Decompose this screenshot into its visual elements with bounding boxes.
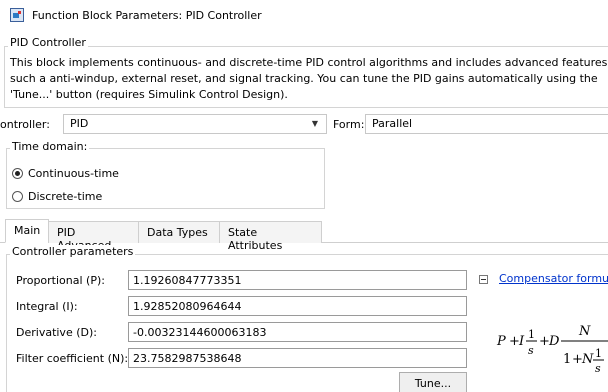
controller-parameters-label: Controller parameters xyxy=(10,245,136,258)
chevron-down-icon: ▼ xyxy=(311,119,318,128)
controller-dropdown[interactable]: PID ▼ xyxy=(63,114,327,134)
collapse-icon[interactable] xyxy=(479,275,488,284)
formula-graphic: P + I 1 s + D N 1 + N 1 s xyxy=(496,324,608,375)
tab-main[interactable]: Main xyxy=(5,219,49,243)
integral-label: Integral (I): xyxy=(16,300,78,313)
filter-coefficient-label: Filter coefficient (N): xyxy=(16,352,129,365)
header-group-label: PID Controller xyxy=(8,36,88,49)
form-label: Form: xyxy=(333,118,365,131)
svg-text:D: D xyxy=(548,334,560,349)
svg-text:s: s xyxy=(595,362,601,375)
svg-text:N: N xyxy=(581,352,594,367)
continuous-time-label: Continuous-time xyxy=(28,167,119,180)
form-value: Parallel xyxy=(372,117,413,130)
derivative-label: Derivative (D): xyxy=(16,326,97,339)
block-description: This block implements continuous- and di… xyxy=(10,56,608,101)
svg-text:1: 1 xyxy=(595,347,602,360)
continuous-time-radio[interactable] xyxy=(12,168,23,179)
proportional-input[interactable] xyxy=(128,270,467,290)
derivative-input[interactable] xyxy=(128,322,467,342)
compensator-formula: P + I 1 s + D N 1 + N 1 s xyxy=(496,318,608,382)
discrete-time-radio[interactable] xyxy=(12,191,23,202)
tab-data-types[interactable]: Data Types xyxy=(138,221,220,243)
compensator-formula-link[interactable]: Compensator formul xyxy=(499,272,608,285)
window-title: Function Block Parameters: PID Controlle… xyxy=(32,9,262,22)
svg-text:s: s xyxy=(528,344,534,357)
integral-input[interactable] xyxy=(128,296,467,316)
controller-label: ontroller: xyxy=(0,118,50,131)
tune-button[interactable]: Tune... xyxy=(399,372,467,392)
filter-coefficient-input[interactable] xyxy=(128,348,467,368)
svg-text:N: N xyxy=(578,324,591,339)
svg-text:I: I xyxy=(518,334,525,349)
svg-text:P: P xyxy=(496,334,506,349)
time-domain-label: Time domain: xyxy=(10,140,90,153)
svg-text:1: 1 xyxy=(528,328,535,341)
form-dropdown[interactable]: Parallel xyxy=(365,114,608,134)
tab-pid-advanced[interactable]: PID Advanced xyxy=(48,221,139,252)
simulink-block-icon xyxy=(10,8,24,22)
controller-value: PID xyxy=(70,117,89,130)
proportional-label: Proportional (P): xyxy=(16,274,105,287)
discrete-time-label: Discrete-time xyxy=(28,190,103,203)
tab-state-attributes[interactable]: State Attributes xyxy=(219,221,322,252)
svg-text:1: 1 xyxy=(563,352,571,367)
